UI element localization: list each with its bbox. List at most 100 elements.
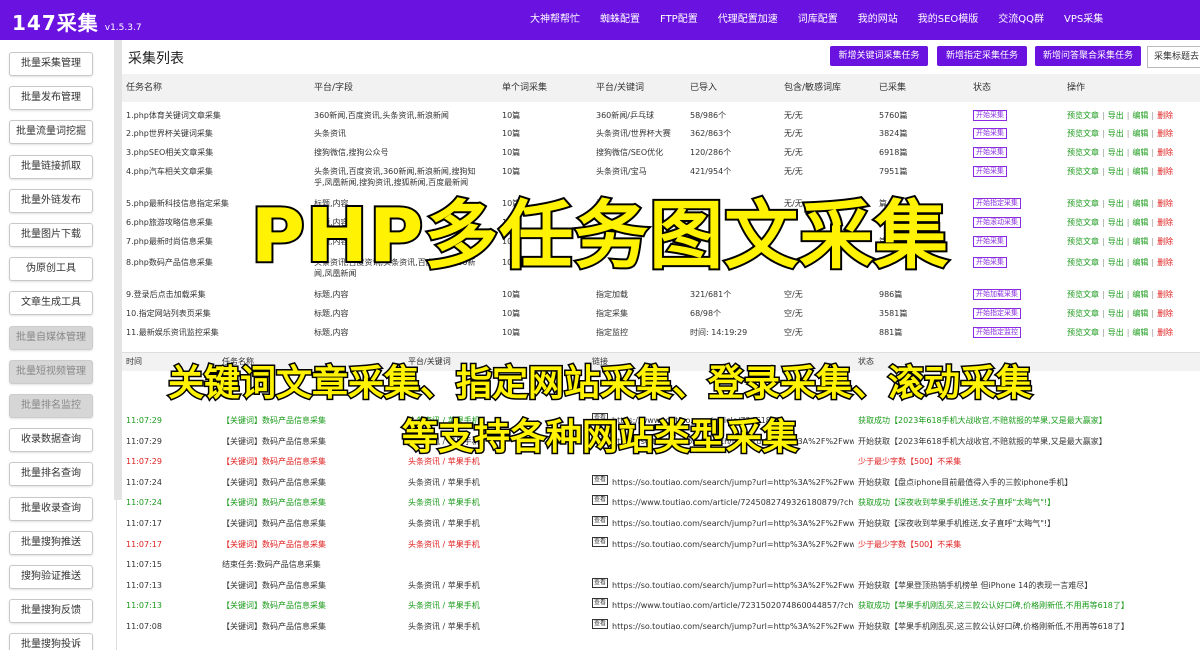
preview-article-link[interactable]: 预览文章 xyxy=(1067,328,1099,337)
delete-link[interactable]: 删除 xyxy=(1157,328,1173,337)
log-platform: 头条资讯 / 苹果手机 xyxy=(408,519,480,528)
sidebar-item[interactable]: 批量采集管理 xyxy=(9,52,93,76)
sidebar-item[interactable]: 批量链接抓取 xyxy=(9,154,93,179)
log-url[interactable]: https://so.toutiao.com/search/jump?url=h… xyxy=(612,540,854,549)
sidebar-item[interactable]: 批量流量词挖掘 xyxy=(9,120,93,145)
edit-link[interactable]: 编辑 xyxy=(1132,309,1148,318)
preview-article-link[interactable]: 预览文章 xyxy=(1067,148,1099,157)
sidebar-item[interactable]: 批量搜狗反馈 xyxy=(9,599,93,624)
status-start-button[interactable]: 开始采集 xyxy=(973,128,1007,139)
operation-separator: | xyxy=(1102,167,1105,176)
task-column-header: 已导入 xyxy=(690,83,718,93)
status-start-button[interactable]: 开始加载采集 xyxy=(973,289,1021,300)
task-operations: 预览文章 | 导出 | 编辑 | 删除 xyxy=(1067,166,1173,177)
sidebar-item[interactable]: 批量收录查询 xyxy=(9,496,93,521)
topnav-item[interactable]: 我的SEO模版 xyxy=(908,0,989,40)
export-link[interactable]: 导出 xyxy=(1108,129,1124,138)
sidebar-item[interactable]: 批量搜狗推送 xyxy=(9,530,93,555)
sidebar-item[interactable]: 批量排名查询 xyxy=(9,462,93,487)
task-imported: 362/863个 xyxy=(690,129,732,138)
export-link[interactable]: 导出 xyxy=(1108,328,1124,337)
export-link[interactable]: 导出 xyxy=(1108,167,1124,176)
task-collected: 881篇 xyxy=(879,328,903,337)
topnav-item[interactable]: 交流QQ群 xyxy=(988,0,1054,40)
add-qa-task-button[interactable]: 新增问答聚合采集任务 xyxy=(1035,46,1141,66)
status-start-button[interactable]: 开始指定监控 xyxy=(973,327,1021,338)
log-link[interactable]: 查看 https://so.toutiao.com/search/jump?url… xyxy=(592,577,854,595)
operation-separator: | xyxy=(1102,290,1105,299)
log-time: 11:07:13 xyxy=(126,580,162,590)
log-link[interactable]: 查看 https://so.toutiao.com/search/jump?url… xyxy=(592,515,854,533)
delete-link[interactable]: 删除 xyxy=(1157,148,1173,157)
preview-article-link[interactable]: 预览文章 xyxy=(1067,309,1099,318)
delete-link[interactable]: 删除 xyxy=(1157,309,1173,318)
app-logo[interactable]: 147采集 v1.5.3.7 xyxy=(12,7,142,36)
preview-article-link[interactable]: 预览文章 xyxy=(1067,129,1099,138)
log-url[interactable]: https://www.toutiao.com/article/72450827… xyxy=(612,498,854,507)
status-start-button[interactable]: 开始采集 xyxy=(973,147,1007,158)
page-title: 采集列表 xyxy=(128,51,184,67)
app-version: v1.5.3.7 xyxy=(104,23,142,33)
task-operations: 预览文章 | 导出 | 编辑 | 删除 xyxy=(1067,289,1173,300)
edit-link[interactable]: 编辑 xyxy=(1132,148,1148,157)
topnav-item[interactable]: 代理配置加速 xyxy=(708,0,788,40)
log-link[interactable]: 查看 https://so.toutiao.com/search/jump?url… xyxy=(592,618,854,636)
sidebar-item[interactable]: 批量搜狗投诉 xyxy=(9,633,93,650)
task-table-header: 任务名称 平台/字段 单个词采集 平台/关键词 已导入 包含/敏感词库 已采集 状态 操作 xyxy=(122,74,1200,102)
topnav-item[interactable]: 大神帮帮忙 xyxy=(520,0,590,40)
task-filter: 无/无 xyxy=(784,148,803,157)
task-name: 9.登录后点击加载采集 xyxy=(126,290,206,299)
topnav-item[interactable]: 蜘蛛配置 xyxy=(590,0,650,40)
log-link[interactable]: 查看 https://www.toutiao.com/article/724508… xyxy=(592,494,854,512)
operation-separator: | xyxy=(1151,290,1155,299)
topnav-item[interactable]: VPS采集 xyxy=(1054,0,1113,40)
delete-link[interactable]: 删除 xyxy=(1157,129,1173,138)
edit-link[interactable]: 编辑 xyxy=(1132,167,1148,176)
log-url[interactable]: https://so.toutiao.com/search/jump?url=h… xyxy=(612,622,854,631)
preview-article-link[interactable]: 预览文章 xyxy=(1067,290,1099,299)
topnav-item[interactable]: 词库配置 xyxy=(788,0,848,40)
add-keyword-task-button[interactable]: 新增关键词采集任务 xyxy=(830,46,928,66)
log-url[interactable]: https://so.toutiao.com/search/jump?url=h… xyxy=(612,519,854,528)
topnav-item[interactable]: 我的网站 xyxy=(848,0,908,40)
operation-separator: | xyxy=(1126,129,1130,138)
delete-link[interactable]: 删除 xyxy=(1157,167,1173,176)
export-link[interactable]: 导出 xyxy=(1108,290,1124,299)
log-link[interactable]: 查看 https://so.toutiao.com/search/jump?url… xyxy=(592,474,854,492)
edit-link[interactable]: 编辑 xyxy=(1132,328,1148,337)
log-platform: 头条资讯 / 苹果手机 xyxy=(408,601,480,611)
edit-link[interactable]: 编辑 xyxy=(1132,129,1148,138)
log-url[interactable]: https://www.toutiao.com/article/72315020… xyxy=(612,601,854,610)
operation-separator: | xyxy=(1126,290,1130,299)
delete-link[interactable]: 删除 xyxy=(1157,290,1173,299)
task-status: 开始指定采集 xyxy=(973,308,1021,319)
status-start-button[interactable]: 开始采集 xyxy=(973,110,1007,121)
preview-article-link[interactable]: 预览文章 xyxy=(1067,111,1099,120)
task-column-header: 包含/敏感词库 xyxy=(784,83,842,93)
topnav-item[interactable]: FTP配置 xyxy=(650,0,708,40)
title-dedupe-button[interactable]: 采集标题去 xyxy=(1147,46,1200,68)
edit-link[interactable]: 编辑 xyxy=(1132,290,1148,299)
operation-separator: | xyxy=(1126,148,1130,157)
log-url[interactable]: https://so.toutiao.com/search/jump?url=h… xyxy=(612,478,854,487)
task-operations: 预览文章 | 导出 | 编辑 | 删除 xyxy=(1067,147,1173,158)
export-link[interactable]: 导出 xyxy=(1108,309,1124,318)
export-link[interactable]: 导出 xyxy=(1108,111,1124,120)
sidebar-item[interactable]: 搜狗验证推送 xyxy=(9,565,93,589)
task-operations: 预览文章 | 导出 | 编辑 | 删除 xyxy=(1067,128,1173,139)
sidebar-item[interactable]: 批量发布管理 xyxy=(9,86,93,111)
task-filter: 空/无 xyxy=(784,328,803,337)
preview-article-link[interactable]: 预览文章 xyxy=(1067,167,1099,176)
task-single: 10篇 xyxy=(502,111,521,120)
export-link[interactable]: 导出 xyxy=(1108,148,1124,157)
edit-link[interactable]: 编辑 xyxy=(1132,111,1148,120)
log-url[interactable]: https://so.toutiao.com/search/jump?url=h… xyxy=(612,581,854,590)
log-link[interactable]: 查看 https://so.toutiao.com/search/jump?url… xyxy=(592,536,854,554)
status-start-button[interactable]: 开始采集 xyxy=(973,166,1007,177)
status-start-button[interactable]: 开始指定采集 xyxy=(973,308,1021,319)
log-link[interactable]: 查看 https://www.toutiao.com/article/723150… xyxy=(592,597,854,615)
log-status: 获取成功【苹果手机刚乱买,这三款公认好口碑,价格刚新低,不用再等618了】 xyxy=(858,601,1129,611)
add-specified-task-button[interactable]: 新增指定采集任务 xyxy=(937,46,1027,66)
delete-link[interactable]: 删除 xyxy=(1157,111,1173,120)
sidebar-item[interactable]: 文章生成工具 xyxy=(9,291,93,316)
